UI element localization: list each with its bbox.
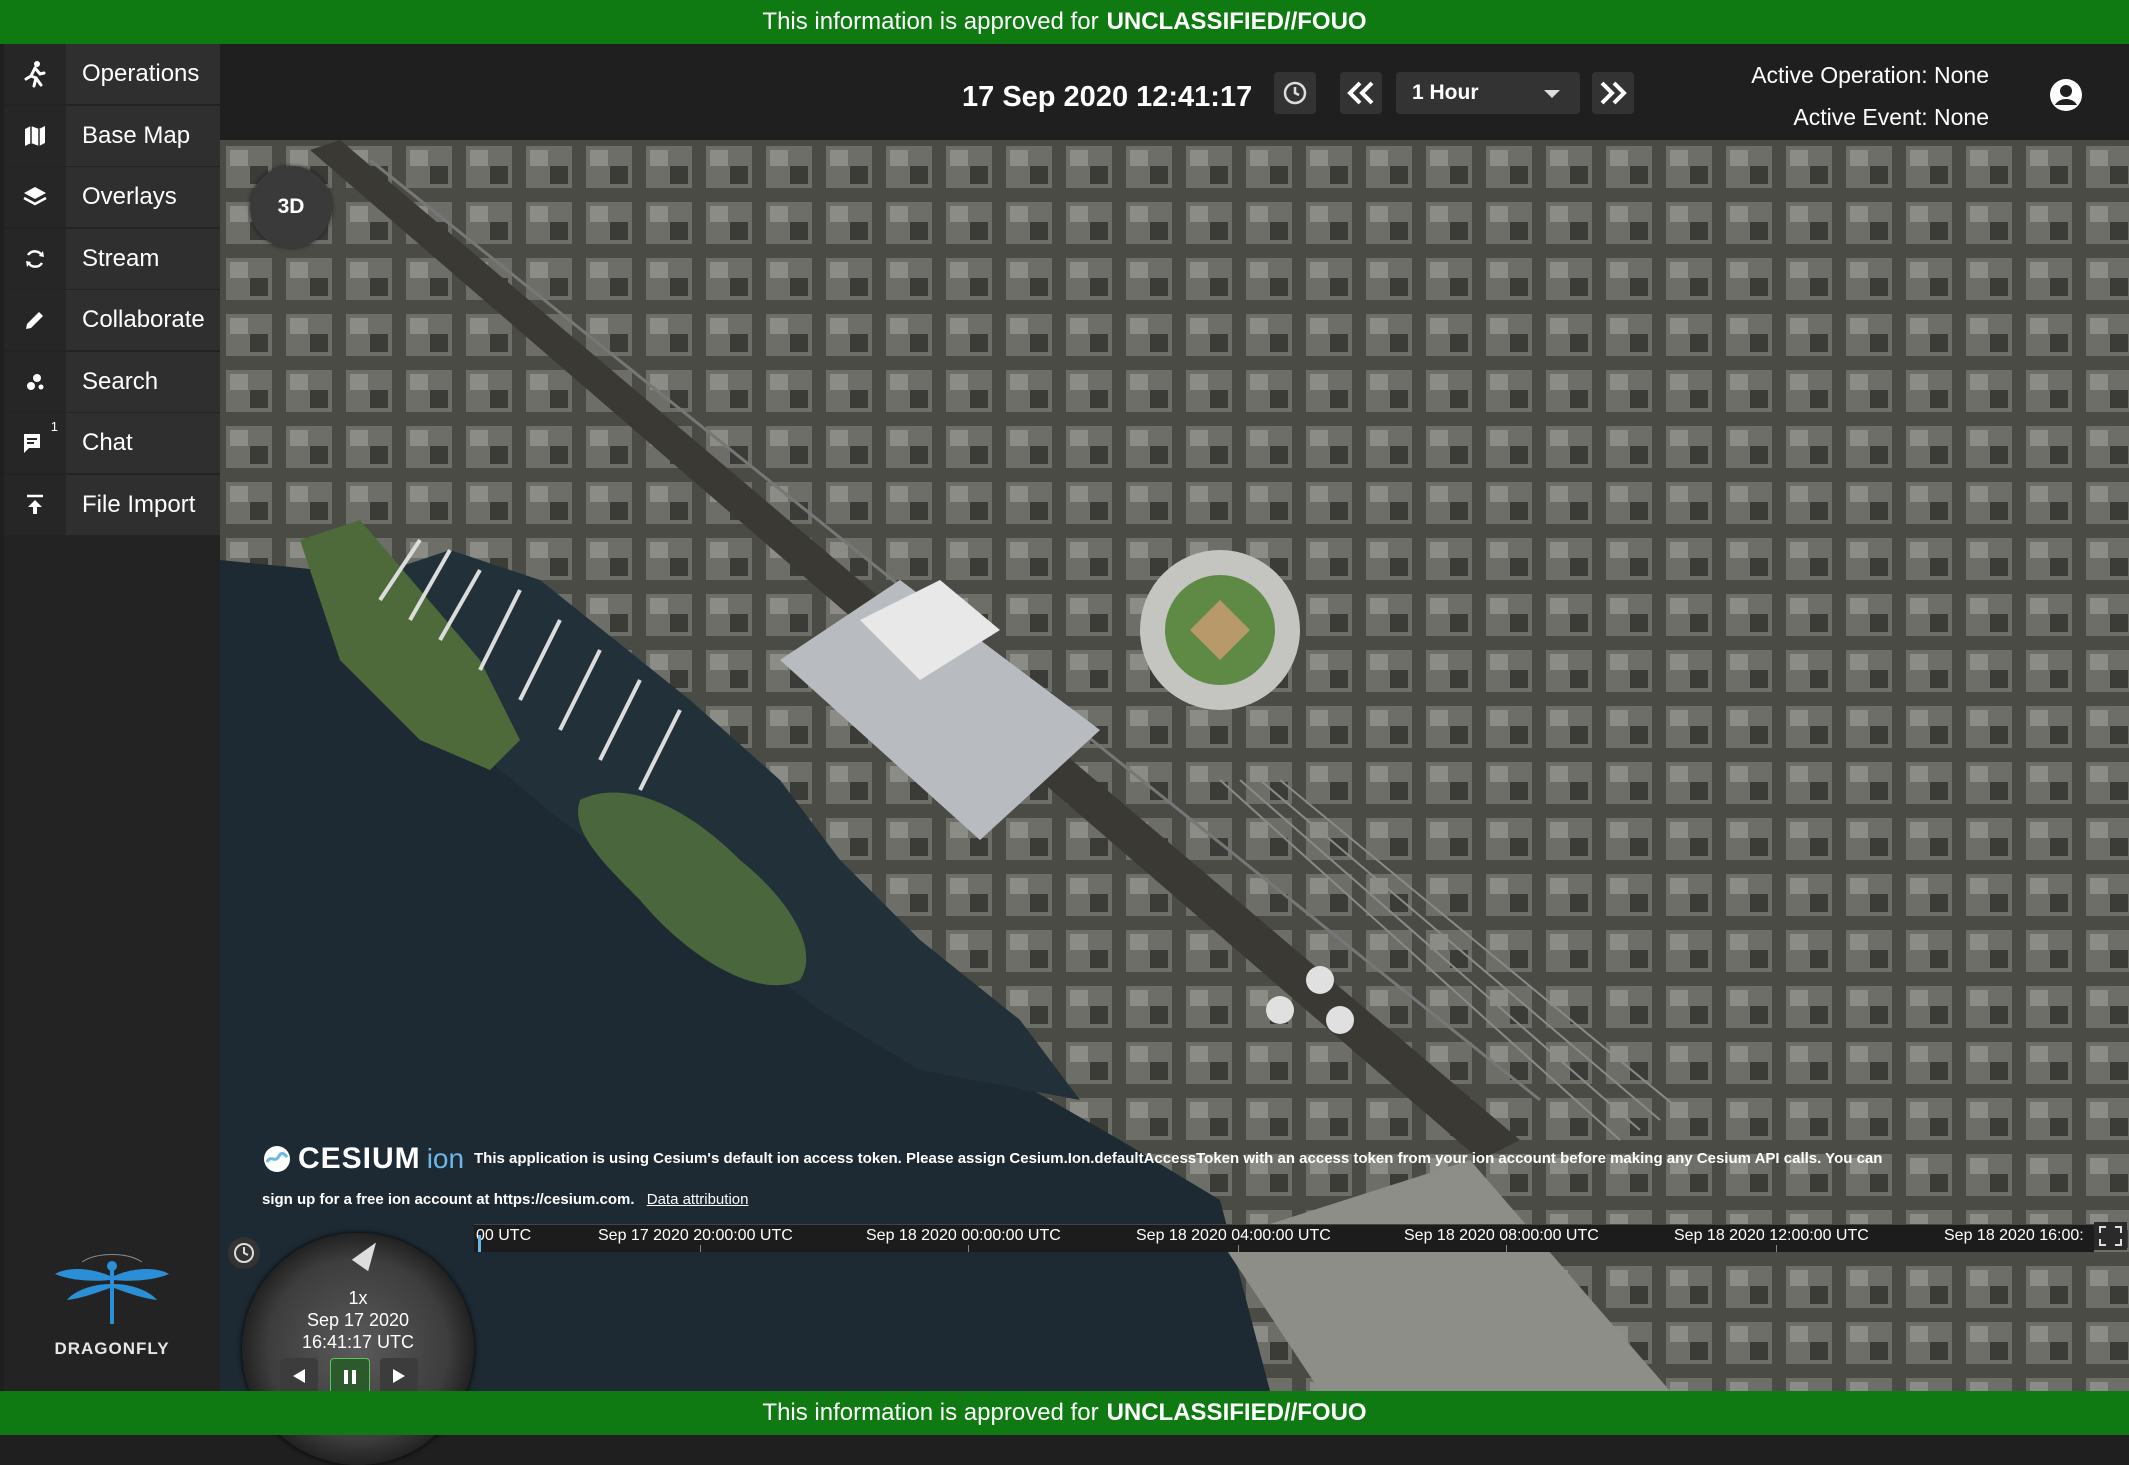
- timeline-tick: [1776, 1245, 1777, 1252]
- timeline-tick-label: Sep 18 2020 12:00:00 UTC: [1674, 1227, 1869, 1244]
- sidebar-item-overlays[interactable]: Overlays: [4, 167, 220, 227]
- cesium-signup-notice: sign up for a free ion account at https:…: [262, 1191, 748, 1208]
- sidebar-item-file-import[interactable]: File Import: [4, 474, 220, 535]
- time-range-select[interactable]: 1 Hour: [1396, 72, 1580, 114]
- timeline-tick-label: Sep 18 2020 04:00:00 UTC: [1136, 1227, 1331, 1244]
- double-chevron-left-icon: [1347, 81, 1374, 105]
- classification-level: UNCLASSIFIED//FOUO: [1106, 8, 1367, 35]
- play-reverse-icon: [293, 1369, 305, 1383]
- dragonfly-icon: [55, 1254, 169, 1324]
- cesium-logo-suffix: ion: [426, 1143, 465, 1174]
- classification-level: UNCLASSIFIED//FOUO: [1106, 1399, 1367, 1426]
- sidebar-item-label: Base Map: [82, 121, 191, 149]
- sidebar-item-label: Overlays: [82, 183, 177, 210]
- double-chevron-right-icon: [1600, 81, 1627, 105]
- timeline-tick-label: Sep 18 2020 00:00:00 UTC: [866, 1227, 1061, 1244]
- pencil-icon: [4, 290, 66, 350]
- sidebar-item-label: Search: [82, 367, 159, 395]
- cesium-logo-icon: [264, 1146, 290, 1172]
- dragonfly-logo: DRAGONFLY: [4, 1254, 220, 1359]
- fullscreen-icon: [2099, 1226, 2122, 1246]
- pause-icon: [344, 1370, 356, 1384]
- current-datetime: 17 Sep 2020 12:41:17: [962, 81, 1253, 113]
- classification-banner-bottom: This information is approved for UNCLASS…: [0, 1391, 2129, 1435]
- animation-speed: 1x: [348, 1288, 368, 1308]
- clock-icon: [234, 1243, 254, 1263]
- timeline-tick: [1506, 1245, 1507, 1252]
- cesium-ion-logo[interactable]: CESIUM ion: [262, 1142, 464, 1176]
- upload-icon: [4, 474, 66, 535]
- chat-icon: 1: [4, 413, 66, 473]
- sidebar-item-stream[interactable]: Stream: [4, 228, 220, 289]
- map-icon: [4, 105, 66, 166]
- classification-banner-top: This information is approved for UNCLASS…: [0, 0, 2129, 44]
- layers-icon: [4, 167, 66, 227]
- sidebar-item-label: Chat: [82, 429, 133, 456]
- timeline-tick-label: Sep 18 2020 16:00:: [1944, 1227, 2084, 1244]
- sidebar-item-operations[interactable]: Operations: [4, 44, 220, 104]
- running-person-icon: [4, 44, 66, 104]
- cesium-signup-text: sign up for a free ion account at https:…: [262, 1191, 635, 1208]
- play-reverse-button[interactable]: [280, 1358, 318, 1394]
- sidebar-item-label: Stream: [82, 244, 160, 272]
- timeline-tick: [1238, 1245, 1239, 1252]
- time-range-value: 1 Hour: [1412, 81, 1479, 104]
- data-attribution-link[interactable]: Data attribution: [647, 1191, 749, 1208]
- sidebar-item-base-map[interactable]: Base Map: [4, 105, 220, 166]
- fullscreen-button[interactable]: [2094, 1222, 2127, 1250]
- animation-time: 16:41:17 UTC: [301, 1332, 415, 1352]
- sidebar: Operations Base Map Overlays Stream Coll…: [4, 44, 220, 1391]
- chat-badge: 1: [50, 419, 58, 434]
- active-operation: Active Operation: None: [1751, 62, 1989, 88]
- timeline-tick: [968, 1245, 969, 1252]
- sidebar-item-chat[interactable]: 1 Chat: [4, 413, 220, 473]
- logo-text: DRAGONFLY: [54, 1339, 170, 1358]
- classification-prefix: This information is approved for: [762, 1399, 1099, 1426]
- step-forward-button[interactable]: [1592, 72, 1634, 114]
- sidebar-item-collaborate[interactable]: Collaborate: [4, 290, 220, 350]
- timeline-tick-label: Sep 17 2020 20:00:00 UTC: [598, 1227, 793, 1244]
- user-account-button[interactable]: [2049, 78, 2083, 117]
- animation-clock-button[interactable]: [228, 1237, 260, 1269]
- play-forward-button[interactable]: [380, 1358, 418, 1394]
- timeline-cursor[interactable]: [478, 1235, 481, 1252]
- user-icon: [2050, 79, 2082, 111]
- cesium-token-notice: This application is using Cesium's defau…: [474, 1150, 1883, 1167]
- scene-mode-3d-button[interactable]: 3D: [250, 166, 332, 248]
- top-bar: 17 Sep 2020 12:41:17 1 Hour Active Opera…: [220, 44, 2129, 140]
- dots-icon: [4, 351, 66, 412]
- chevron-down-icon: [1544, 90, 1560, 98]
- active-event: Active Event: None: [1793, 104, 1989, 130]
- timeline[interactable]: 00 UTC Sep 17 2020 20:00:00 UTC Sep 18 2…: [474, 1224, 2094, 1252]
- cesium-logo-text: CESIUM: [298, 1142, 421, 1175]
- scene-mode-label: 3D: [277, 195, 305, 218]
- sidebar-item-label: File Import: [82, 490, 196, 518]
- clock-button[interactable]: [1274, 72, 1316, 114]
- clock-icon: [1283, 81, 1307, 105]
- timeline-tick: [700, 1245, 701, 1252]
- play-icon: [393, 1369, 405, 1383]
- animation-date: Sep 17 2020: [306, 1310, 410, 1330]
- sidebar-item-label: Collaborate: [82, 306, 205, 333]
- sidebar-item-label: Operations: [82, 60, 200, 87]
- timeline-tick-label: 00 UTC: [476, 1227, 532, 1244]
- step-back-button[interactable]: [1340, 72, 1382, 114]
- sync-icon: [4, 228, 66, 289]
- sidebar-item-search[interactable]: Search: [4, 351, 220, 412]
- timeline-tick-label: Sep 18 2020 08:00:00 UTC: [1404, 1227, 1599, 1244]
- classification-prefix: This information is approved for: [762, 8, 1099, 35]
